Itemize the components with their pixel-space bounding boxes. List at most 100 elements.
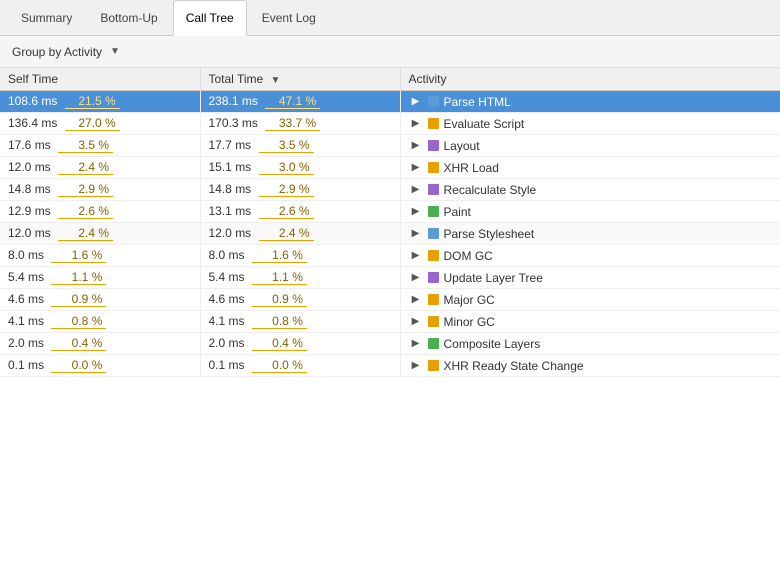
table-row[interactable]: 17.6 ms 3.5 % 17.7 ms 3.5 % ▶ Layout (0, 135, 780, 157)
activity-cell: ▶ XHR Load (400, 157, 780, 179)
expand-button[interactable]: ▶ (409, 95, 423, 109)
table-header-row: Self Time Total Time ▼ Activity (0, 68, 780, 91)
table-row[interactable]: 8.0 ms 1.6 % 8.0 ms 1.6 % ▶ DOM GC (0, 245, 780, 267)
expand-button[interactable]: ▶ (409, 337, 423, 351)
self-time-value: 136.4 ms (8, 116, 57, 130)
self-time-value: 0.1 ms (8, 358, 44, 372)
header-activity: Activity (400, 68, 780, 91)
activity-color (428, 162, 439, 173)
group-by-label: Group by Activity (12, 45, 102, 59)
activity-cell: ▶ Recalculate Style (400, 179, 780, 201)
table-row[interactable]: 4.1 ms 0.8 % 4.1 ms 0.8 % ▶ Minor GC (0, 311, 780, 333)
total-time-cell: 17.7 ms 3.5 % (200, 135, 400, 157)
activity-color (428, 228, 439, 239)
total-time-value: 4.1 ms (209, 314, 245, 328)
self-pct-value: 27.0 % (65, 116, 120, 131)
expand-button[interactable]: ▶ (409, 271, 423, 285)
table-row[interactable]: 2.0 ms 0.4 % 2.0 ms 0.4 % ▶ Composite La… (0, 333, 780, 355)
activity-cell: ▶ Update Layer Tree (400, 267, 780, 289)
self-time-value: 12.0 ms (8, 226, 51, 240)
self-time-cell: 4.6 ms 0.9 % (0, 289, 200, 311)
total-time-cell: 2.0 ms 0.4 % (200, 333, 400, 355)
self-pct-value: 1.1 % (51, 270, 106, 285)
table-row[interactable]: 136.4 ms 27.0 % 170.3 ms 33.7 % ▶ Evalua… (0, 113, 780, 135)
self-pct-value: 2.4 % (58, 226, 113, 241)
table-row[interactable]: 14.8 ms 2.9 % 14.8 ms 2.9 % ▶ Recalculat… (0, 179, 780, 201)
total-time-value: 170.3 ms (209, 116, 258, 130)
activity-cell: ▶ Major GC (400, 289, 780, 311)
self-time-value: 12.9 ms (8, 204, 51, 218)
tab-summary[interactable]: Summary (8, 0, 85, 36)
self-time-value: 4.1 ms (8, 314, 44, 328)
self-pct-value: 1.6 % (51, 248, 106, 263)
self-time-cell: 108.6 ms 21.5 % (0, 91, 200, 113)
tab-bottom-up[interactable]: Bottom-Up (87, 0, 170, 36)
activity-name: XHR Ready State Change (444, 359, 584, 373)
self-pct-value: 2.9 % (58, 182, 113, 197)
self-time-value: 5.4 ms (8, 270, 44, 284)
total-time-value: 238.1 ms (209, 94, 258, 108)
self-pct-value: 2.6 % (58, 204, 113, 219)
self-time-cell: 12.9 ms 2.6 % (0, 201, 200, 223)
self-pct-value: 0.0 % (51, 358, 106, 373)
activity-color (428, 272, 439, 283)
activity-cell: ▶ DOM GC (400, 245, 780, 267)
total-time-cell: 0.1 ms 0.0 % (200, 355, 400, 377)
header-self-time[interactable]: Self Time (0, 68, 200, 91)
self-time-cell: 0.1 ms 0.0 % (0, 355, 200, 377)
activity-name: Composite Layers (444, 337, 541, 351)
activity-color (428, 360, 439, 371)
expand-button[interactable]: ▶ (409, 359, 423, 373)
expand-button[interactable]: ▶ (409, 315, 423, 329)
self-time-value: 4.6 ms (8, 292, 44, 306)
expand-button[interactable]: ▶ (409, 249, 423, 263)
activity-name: Evaluate Script (444, 117, 525, 131)
tab-event-log[interactable]: Event Log (249, 0, 329, 36)
self-time-cell: 12.0 ms 2.4 % (0, 223, 200, 245)
activity-color (428, 316, 439, 327)
total-time-cell: 15.1 ms 3.0 % (200, 157, 400, 179)
total-pct-value: 2.4 % (259, 226, 314, 241)
activity-color (428, 184, 439, 195)
total-pct-value: 2.6 % (259, 204, 314, 219)
total-pct-value: 47.1 % (265, 94, 320, 109)
total-pct-value: 1.6 % (252, 248, 307, 263)
self-time-cell: 4.1 ms 0.8 % (0, 311, 200, 333)
total-pct-value: 2.9 % (259, 182, 314, 197)
activity-name: XHR Load (444, 161, 499, 175)
table-row[interactable]: 12.0 ms 2.4 % 12.0 ms 2.4 % ▶ Parse Styl… (0, 223, 780, 245)
expand-button[interactable]: ▶ (409, 183, 423, 197)
header-total-time[interactable]: Total Time ▼ (200, 68, 400, 91)
total-time-cell: 13.1 ms 2.6 % (200, 201, 400, 223)
expand-button[interactable]: ▶ (409, 161, 423, 175)
activity-cell: ▶ Evaluate Script (400, 113, 780, 135)
expand-button[interactable]: ▶ (409, 117, 423, 131)
table-row[interactable]: 0.1 ms 0.0 % 0.1 ms 0.0 % ▶ XHR Ready St… (0, 355, 780, 377)
expand-button[interactable]: ▶ (409, 293, 423, 307)
self-time-value: 12.0 ms (8, 160, 51, 174)
activity-name: Minor GC (444, 315, 495, 329)
self-pct-value: 0.9 % (51, 292, 106, 307)
group-bar: Group by Activity ▼ (0, 36, 780, 68)
self-time-cell: 136.4 ms 27.0 % (0, 113, 200, 135)
self-time-cell: 8.0 ms 1.6 % (0, 245, 200, 267)
total-time-cell: 238.1 ms 47.1 % (200, 91, 400, 113)
total-pct-value: 0.0 % (252, 358, 307, 373)
table-row[interactable]: 108.6 ms 21.5 % 238.1 ms 47.1 % ▶ Parse … (0, 91, 780, 113)
total-pct-value: 0.4 % (252, 336, 307, 351)
expand-button[interactable]: ▶ (409, 139, 423, 153)
total-time-value: 17.7 ms (209, 138, 252, 152)
total-time-value: 13.1 ms (209, 204, 252, 218)
table-row[interactable]: 12.9 ms 2.6 % 13.1 ms 2.6 % ▶ Paint (0, 201, 780, 223)
total-time-cell: 4.6 ms 0.9 % (200, 289, 400, 311)
group-by-dropdown[interactable]: ▼ (106, 46, 120, 57)
expand-button[interactable]: ▶ (409, 205, 423, 219)
table-row[interactable]: 5.4 ms 1.1 % 5.4 ms 1.1 % ▶ Update Layer… (0, 267, 780, 289)
tab-call-tree[interactable]: Call Tree (173, 0, 247, 36)
activity-color (428, 140, 439, 151)
total-time-value: 14.8 ms (209, 182, 252, 196)
expand-button[interactable]: ▶ (409, 227, 423, 241)
table-row[interactable]: 4.6 ms 0.9 % 4.6 ms 0.9 % ▶ Major GC (0, 289, 780, 311)
table-row[interactable]: 12.0 ms 2.4 % 15.1 ms 3.0 % ▶ XHR Load (0, 157, 780, 179)
total-time-cell: 4.1 ms 0.8 % (200, 311, 400, 333)
